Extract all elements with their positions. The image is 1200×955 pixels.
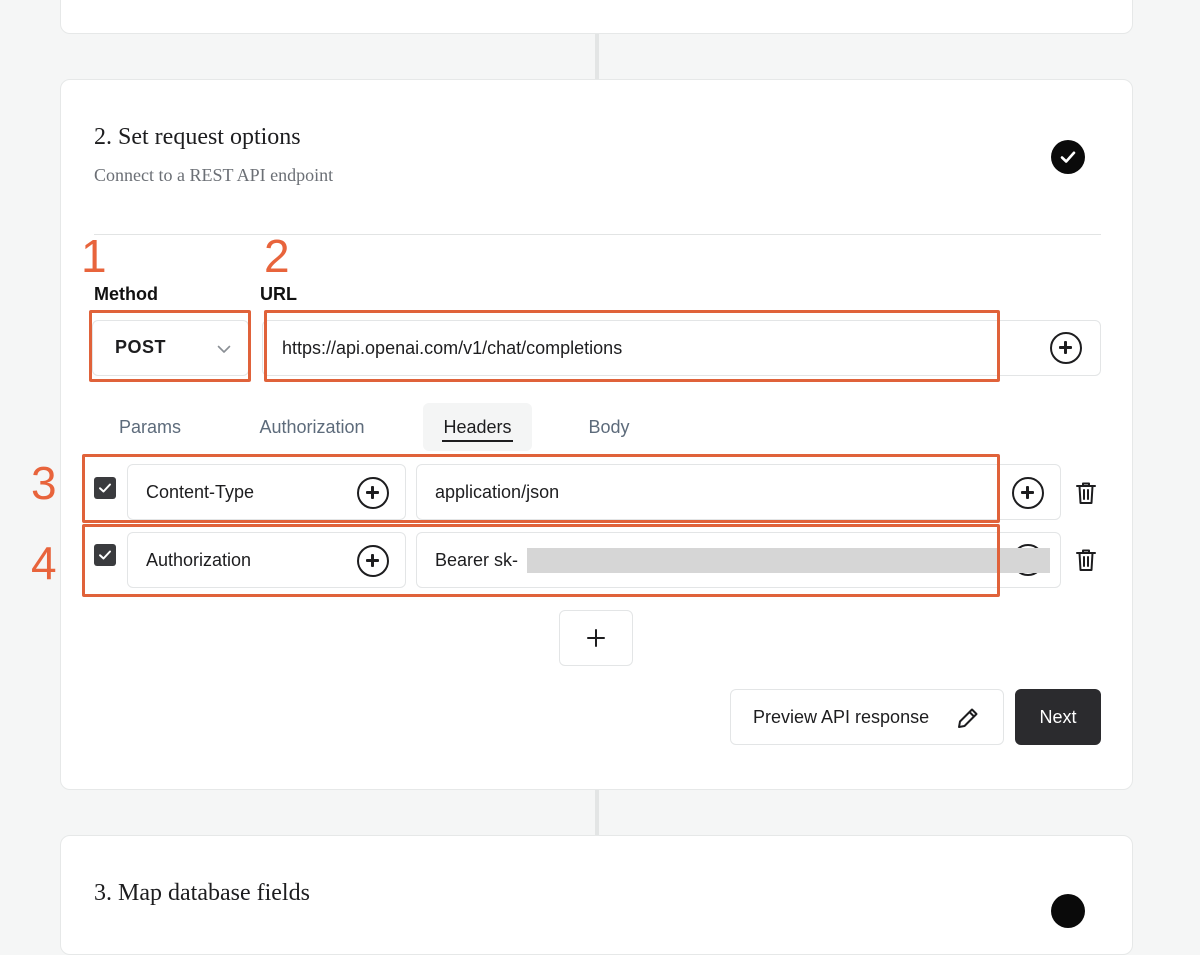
method-label: Method — [94, 284, 158, 304]
header-key-input-2[interactable]: Authorization — [127, 532, 406, 588]
method-select[interactable]: POST — [92, 320, 249, 376]
checkbox-check-icon — [99, 550, 111, 560]
url-value: https://api.openai.com/v1/chat/completio… — [282, 338, 623, 358]
annotation-2: 2 — [264, 230, 290, 282]
pencil-icon — [955, 705, 981, 736]
step-connector — [595, 34, 599, 80]
delete-header-2-trash-icon[interactable] — [1075, 548, 1097, 577]
section-divider — [94, 234, 1101, 235]
header-value-2: Bearer sk- — [435, 550, 519, 570]
annotation-3: 3 — [31, 457, 57, 509]
preview-button-label: Preview API response — [753, 707, 930, 727]
header-key-1: Content-Type — [146, 482, 255, 502]
tab-body[interactable]: Body — [564, 403, 654, 451]
checkbox-check-icon — [99, 483, 111, 493]
header-key-2: Authorization — [146, 550, 252, 570]
step-connector — [595, 790, 599, 836]
step-3-check-icon — [1051, 894, 1085, 928]
insert-variable-plus-icon[interactable] — [357, 545, 389, 577]
tab-headers-label: Headers — [443, 416, 512, 437]
header-row-2-checkbox[interactable] — [94, 544, 116, 566]
plus-icon — [587, 629, 605, 647]
step-3-title: 3. Map database fields — [94, 880, 310, 906]
insert-variable-plus-icon[interactable] — [357, 477, 389, 509]
step-subtitle: Connect to a REST API endpoint — [94, 165, 334, 185]
next-button[interactable]: Next — [1015, 689, 1101, 745]
delete-header-1-trash-icon[interactable] — [1075, 481, 1097, 510]
insert-variable-plus-icon[interactable] — [1050, 332, 1082, 364]
insert-variable-plus-icon[interactable] — [1012, 477, 1044, 509]
header-value-input-1[interactable]: application/json — [416, 464, 1061, 520]
header-value-1: application/json — [435, 482, 560, 502]
url-input[interactable]: https://api.openai.com/v1/chat/completio… — [262, 320, 1101, 376]
tab-params[interactable]: Params — [94, 403, 206, 451]
method-value: POST — [115, 337, 167, 357]
preview-api-response-button[interactable]: Preview API response — [730, 689, 1004, 745]
step-3-card: 3. Map database fields — [60, 835, 1133, 955]
header-key-input-1[interactable]: Content-Type — [127, 464, 406, 520]
step-complete-check-icon — [1051, 140, 1085, 174]
annotation-1: 1 — [81, 230, 107, 282]
header-row-1-checkbox[interactable] — [94, 477, 116, 499]
step-title: 2. Set request options — [94, 124, 301, 150]
header-value-input-2[interactable]: Bearer sk- — [416, 532, 1061, 588]
add-header-button[interactable] — [559, 610, 633, 666]
url-label: URL — [260, 284, 297, 304]
active-tab-underline — [442, 440, 513, 442]
step-2-card: 2. Set request options Connect to a REST… — [31, 79, 1133, 790]
redacted-api-key — [527, 548, 1050, 573]
annotation-4: 4 — [31, 537, 57, 589]
tab-authorization[interactable]: Authorization — [239, 403, 385, 451]
tab-headers[interactable]: Headers — [423, 403, 532, 451]
step-1-card — [60, 0, 1133, 34]
chevron-down-icon — [217, 341, 231, 359]
